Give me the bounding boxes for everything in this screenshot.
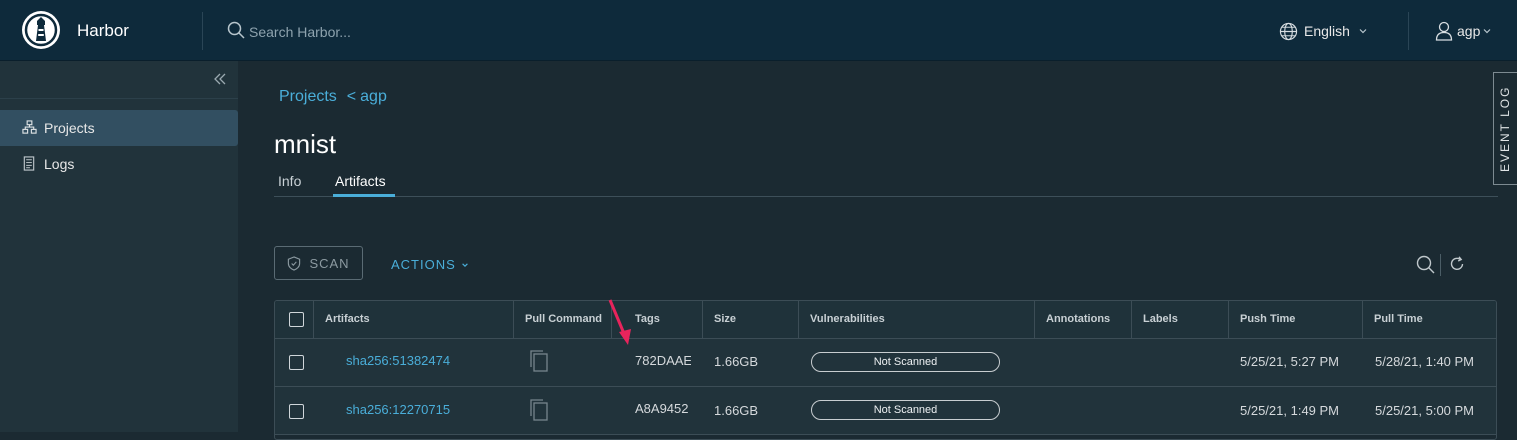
tab-info[interactable]: Info [278,173,301,189]
column-divider [1362,301,1363,338]
column-divider [513,301,514,338]
tags-cell: 782DAAE [635,353,691,368]
table-row[interactable]: sha256:51382474 782DAAE 1.66GB Not Scann… [275,339,1496,387]
filter-search-icon[interactable] [1416,255,1436,275]
copy-icon[interactable] [528,349,550,373]
artifact-digest-link[interactable]: sha256:12270715 [346,402,450,417]
column-header-labels[interactable]: Labels [1143,301,1178,338]
user-icon [1435,21,1453,41]
column-header-pull-time[interactable]: Pull Time [1374,301,1423,338]
sidebar-item-label: Projects [44,120,95,136]
user-menu[interactable]: agp [1435,20,1492,42]
column-divider [611,301,612,338]
artifact-digest-link[interactable]: sha256:51382474 [346,353,450,368]
sidebar-divider [0,98,238,99]
breadcrumb-project[interactable]: agp [360,88,387,106]
page-title: mnist [274,129,337,159]
harbor-logo[interactable] [22,11,60,49]
column-header-push-time[interactable]: Push Time [1240,301,1295,338]
tab-artifacts[interactable]: Artifacts [335,173,386,189]
column-divider [798,301,799,338]
column-header-tags[interactable]: Tags [635,301,660,338]
column-divider [1034,301,1035,338]
row-checkbox[interactable] [289,404,304,419]
vulnerability-status-badge: Not Scanned [811,352,1000,372]
toolbar-divider [1440,254,1441,276]
sidebar-item-logs[interactable]: Logs [0,146,238,182]
breadcrumb-projects[interactable]: Projects [279,88,337,106]
top-header: Harbor English agp [0,0,1517,61]
header-divider [1408,12,1409,50]
column-header-pull-command[interactable]: Pull Command [525,301,602,338]
active-tab-indicator [333,194,395,197]
scan-button[interactable]: SCAN [274,246,363,280]
pull-time-cell: 5/25/21, 5:00 PM [1375,403,1475,418]
size-cell: 1.66GB [714,403,759,418]
actions-dropdown[interactable]: ACTIONS [391,257,469,272]
search-input[interactable] [247,19,551,45]
chevron-down-icon [1483,29,1491,34]
size-cell: 1.66GB [714,354,759,369]
column-header-annotations[interactable]: Annotations [1046,301,1110,338]
table-row[interactable]: sha256:12270715 A8A9452 1.66GB Not Scann… [275,387,1496,435]
push-time-cell: 5/25/21, 5:27 PM [1240,354,1340,369]
column-divider [313,301,314,338]
tabs-divider [274,196,1498,197]
sidebar-item-label: Logs [44,156,75,172]
breadcrumb: Projects < agp [279,88,387,106]
select-all-checkbox[interactable] [289,312,304,327]
column-header-vulnerabilities[interactable]: Vulnerabilities [810,301,885,338]
row-checkbox[interactable] [289,355,304,370]
chevron-down-icon [461,262,468,267]
sidebar: Projects Logs [0,61,238,432]
event-log-tab[interactable]: EVENT LOG [1493,72,1517,185]
tags-cell: A8A9452 [635,401,689,416]
table-header: Artifacts Pull Command Tags Size Vulnera… [275,301,1496,339]
chevron-down-icon [1359,29,1367,34]
collapse-sidebar-icon[interactable] [212,71,228,87]
language-label: English [1304,23,1350,39]
lighthouse-icon [24,13,58,47]
globe-icon [1279,22,1298,40]
language-selector[interactable]: English [1279,20,1368,42]
event-log-label: EVENT LOG [1498,85,1512,173]
main-content: Projects < agp mnist Info Artifacts SCAN… [238,61,1517,440]
username: agp [1457,23,1481,39]
pull-time-cell: 5/28/21, 1:40 PM [1375,354,1475,369]
logs-icon [23,156,35,171]
brand-name: Harbor [77,21,129,40]
copy-icon[interactable] [528,398,550,422]
column-header-artifacts[interactable]: Artifacts [325,301,370,338]
search-icon[interactable] [227,21,245,39]
column-header-size[interactable]: Size [714,301,736,338]
actions-label: ACTIONS [391,257,456,272]
scan-button-label: SCAN [309,255,350,271]
refresh-icon[interactable] [1448,255,1466,273]
artifacts-table: Artifacts Pull Command Tags Size Vulnera… [274,300,1497,440]
shield-icon [288,255,301,271]
projects-icon [22,120,37,134]
vulnerability-status-badge: Not Scanned [811,400,1000,420]
header-divider [202,12,203,50]
push-time-cell: 5/25/21, 1:49 PM [1240,403,1340,418]
column-divider [1131,301,1132,338]
breadcrumb-separator: < [346,88,357,105]
column-divider [702,301,703,338]
column-divider [1228,301,1229,338]
sidebar-item-projects[interactable]: Projects [0,110,238,146]
